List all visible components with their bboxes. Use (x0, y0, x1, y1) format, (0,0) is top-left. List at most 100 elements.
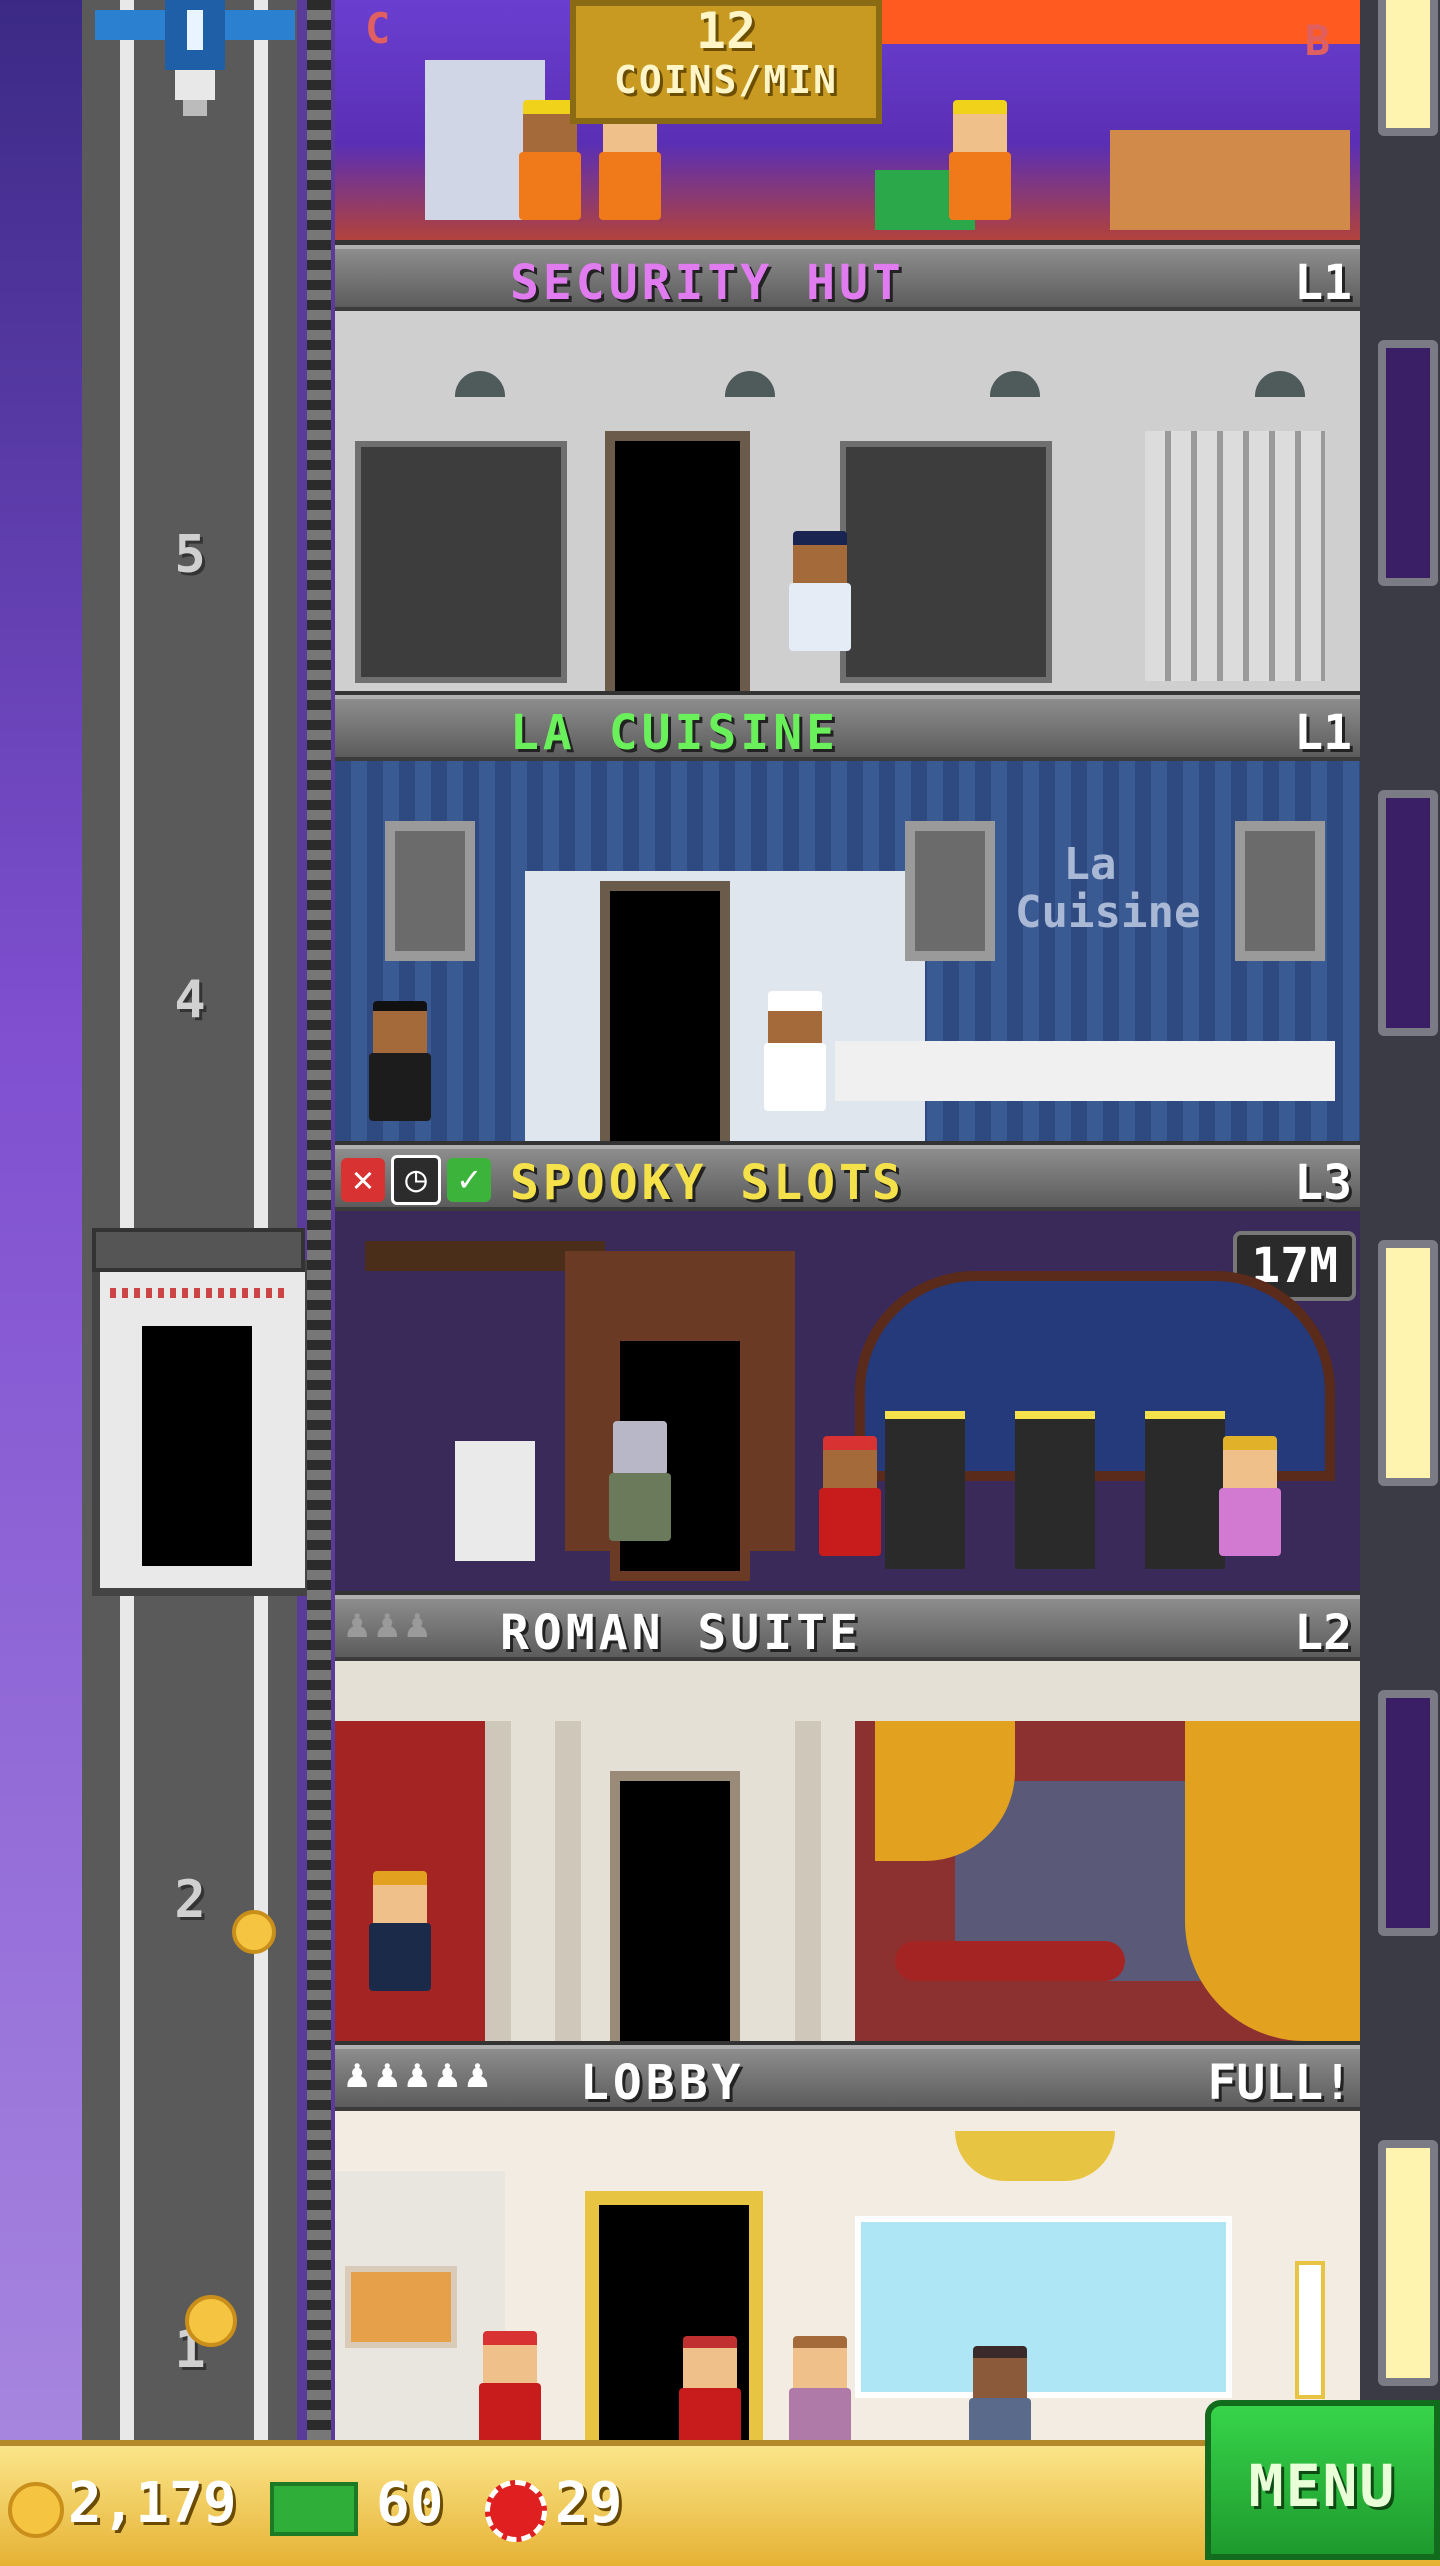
guest[interactable] (785, 2336, 855, 2440)
ceiling-lamp (725, 371, 775, 397)
shaft-floor-number: 2 (174, 1870, 206, 1930)
aquarium (855, 2216, 1232, 2398)
coins-per-minute-sign: 12 COINS/MIN (570, 0, 882, 124)
sunset-painting (345, 2266, 457, 2348)
chaise-lounge (895, 1941, 1125, 1981)
security-guard[interactable] (785, 531, 855, 651)
shaft-floor-number: 5 (174, 525, 206, 585)
dining-tables (835, 1041, 1335, 1101)
clock-icon[interactable]: ◷ (391, 1155, 441, 1205)
floor-level: L1 (1294, 255, 1352, 311)
elevator-car[interactable] (92, 1228, 313, 1596)
bux-counter[interactable]: 60 (270, 2464, 470, 2544)
column (485, 1721, 511, 2041)
wall-painting (1235, 821, 1325, 961)
floating-coin-icon[interactable] (185, 2295, 237, 2347)
floor-label[interactable]: ♟♟♟ ROMAN SUITE L2 (335, 1595, 1360, 1661)
security-console (355, 441, 567, 683)
shaft-ladder (307, 0, 331, 2440)
shaft-floor-number: 4 (174, 970, 206, 1030)
window-dark (1378, 340, 1438, 586)
window-lit (1378, 1240, 1438, 1486)
room-door (605, 431, 750, 691)
security-console (840, 441, 1052, 683)
elevator-shaft[interactable] (82, 0, 297, 2440)
slot-machine[interactable] (1145, 1411, 1225, 1569)
tower-bux-icon (270, 2482, 358, 2536)
waiter[interactable] (365, 1001, 435, 1121)
floor-label[interactable]: ✕ ◷ ✓ SPOOKY SLOTS L3 (335, 1145, 1360, 1211)
resident-slots: ♟♟♟ (345, 1601, 436, 1647)
zombie-guest[interactable] (605, 1421, 675, 1541)
wall-painting (905, 821, 995, 961)
construction-worker[interactable] (945, 100, 1015, 220)
guest[interactable] (675, 2336, 745, 2440)
ceiling-lamp (455, 371, 505, 397)
atm-machine (455, 1441, 535, 1561)
guest[interactable] (965, 2346, 1035, 2440)
chips-value: 29 (555, 2471, 623, 2536)
shaft-rail (120, 0, 134, 2440)
window-dark (1378, 1690, 1438, 1936)
jail-cell (1145, 431, 1325, 681)
close-icon[interactable]: ✕ (341, 1158, 385, 1202)
elevator-door (142, 1326, 252, 1566)
resident-slots: ♟♟♟♟♟ (345, 2051, 496, 2097)
gold-drape (1185, 1721, 1360, 2041)
security-hut-room (335, 311, 1360, 699)
floor-level: L1 (1294, 705, 1352, 761)
window-lit (1378, 0, 1438, 136)
coins-value: 2,179 (68, 2471, 237, 2536)
slot-machine[interactable] (885, 1411, 965, 1569)
corner-letter-right: B (1304, 16, 1330, 65)
bellhop[interactable] (815, 1436, 885, 1556)
crate-stack (1110, 130, 1350, 230)
coins-per-minute-unit: COINS/MIN (614, 58, 838, 102)
window-dark (1378, 790, 1438, 1036)
floor-label[interactable]: ♟♟♟♟♟ LOBBY FULL! (335, 2045, 1360, 2111)
la-cuisine-room: La Cuisine (335, 761, 1360, 1149)
room-door (600, 881, 730, 1141)
bux-value: 60 (376, 2471, 444, 2536)
elevator-stripe (110, 1288, 290, 1298)
wall-painting (385, 821, 475, 961)
floor-level: FULL! (1207, 2055, 1353, 2111)
coins-per-minute-value: 12 (695, 2, 757, 60)
floor-level: L3 (1294, 1155, 1352, 1211)
spooky-slots-room: 17M (335, 1211, 1360, 1599)
night-sky-background (0, 0, 90, 2560)
stock-status-icons: ✕ ◷ ✓ (341, 1155, 497, 1205)
casino-chip-icon (485, 2480, 547, 2542)
top-banner (855, 0, 1360, 44)
chef[interactable] (760, 991, 830, 1111)
chandelier (955, 2131, 1115, 2181)
window-lit (1378, 2140, 1438, 2386)
floor-level: L2 (1294, 1605, 1352, 1661)
floor-name: LOBBY (580, 2055, 745, 2111)
flying-saucer-icon[interactable] (95, 0, 295, 120)
lobby-room (335, 2111, 1360, 2448)
chips-counter[interactable]: 29 (485, 2464, 665, 2544)
bellhop[interactable] (475, 2331, 545, 2440)
floor-name: LA CUISINE (510, 705, 839, 761)
menu-button[interactable]: MENU (1205, 2400, 1440, 2560)
floor-label[interactable]: LA CUISINE L1 (335, 695, 1360, 761)
restaurant-sign: La Cuisine (1015, 839, 1201, 938)
check-icon[interactable]: ✓ (447, 1158, 491, 1202)
floor-name: ROMAN SUITE (500, 1605, 862, 1661)
floor-name: SPOOKY SLOTS (510, 1155, 905, 1211)
ceiling-lamp (990, 371, 1040, 397)
slot-machine[interactable] (1015, 1411, 1095, 1569)
coins-counter[interactable]: 2,179 (8, 2464, 268, 2544)
column (795, 1721, 821, 2041)
shaft-rail (254, 0, 268, 2440)
floor-name: SECURITY HUT (510, 255, 905, 311)
room-door (610, 1771, 740, 2041)
candle-lamp (1295, 2261, 1325, 2399)
floor-label[interactable]: SECURITY HUT L1 (335, 245, 1360, 311)
corner-letter-left: C (365, 4, 391, 53)
guest-blond[interactable] (365, 1871, 435, 1991)
guest-with-sunglasses[interactable] (1215, 1436, 1285, 1556)
roman-suite-room (335, 1661, 1360, 2049)
floating-coin-icon[interactable] (232, 1910, 276, 1954)
